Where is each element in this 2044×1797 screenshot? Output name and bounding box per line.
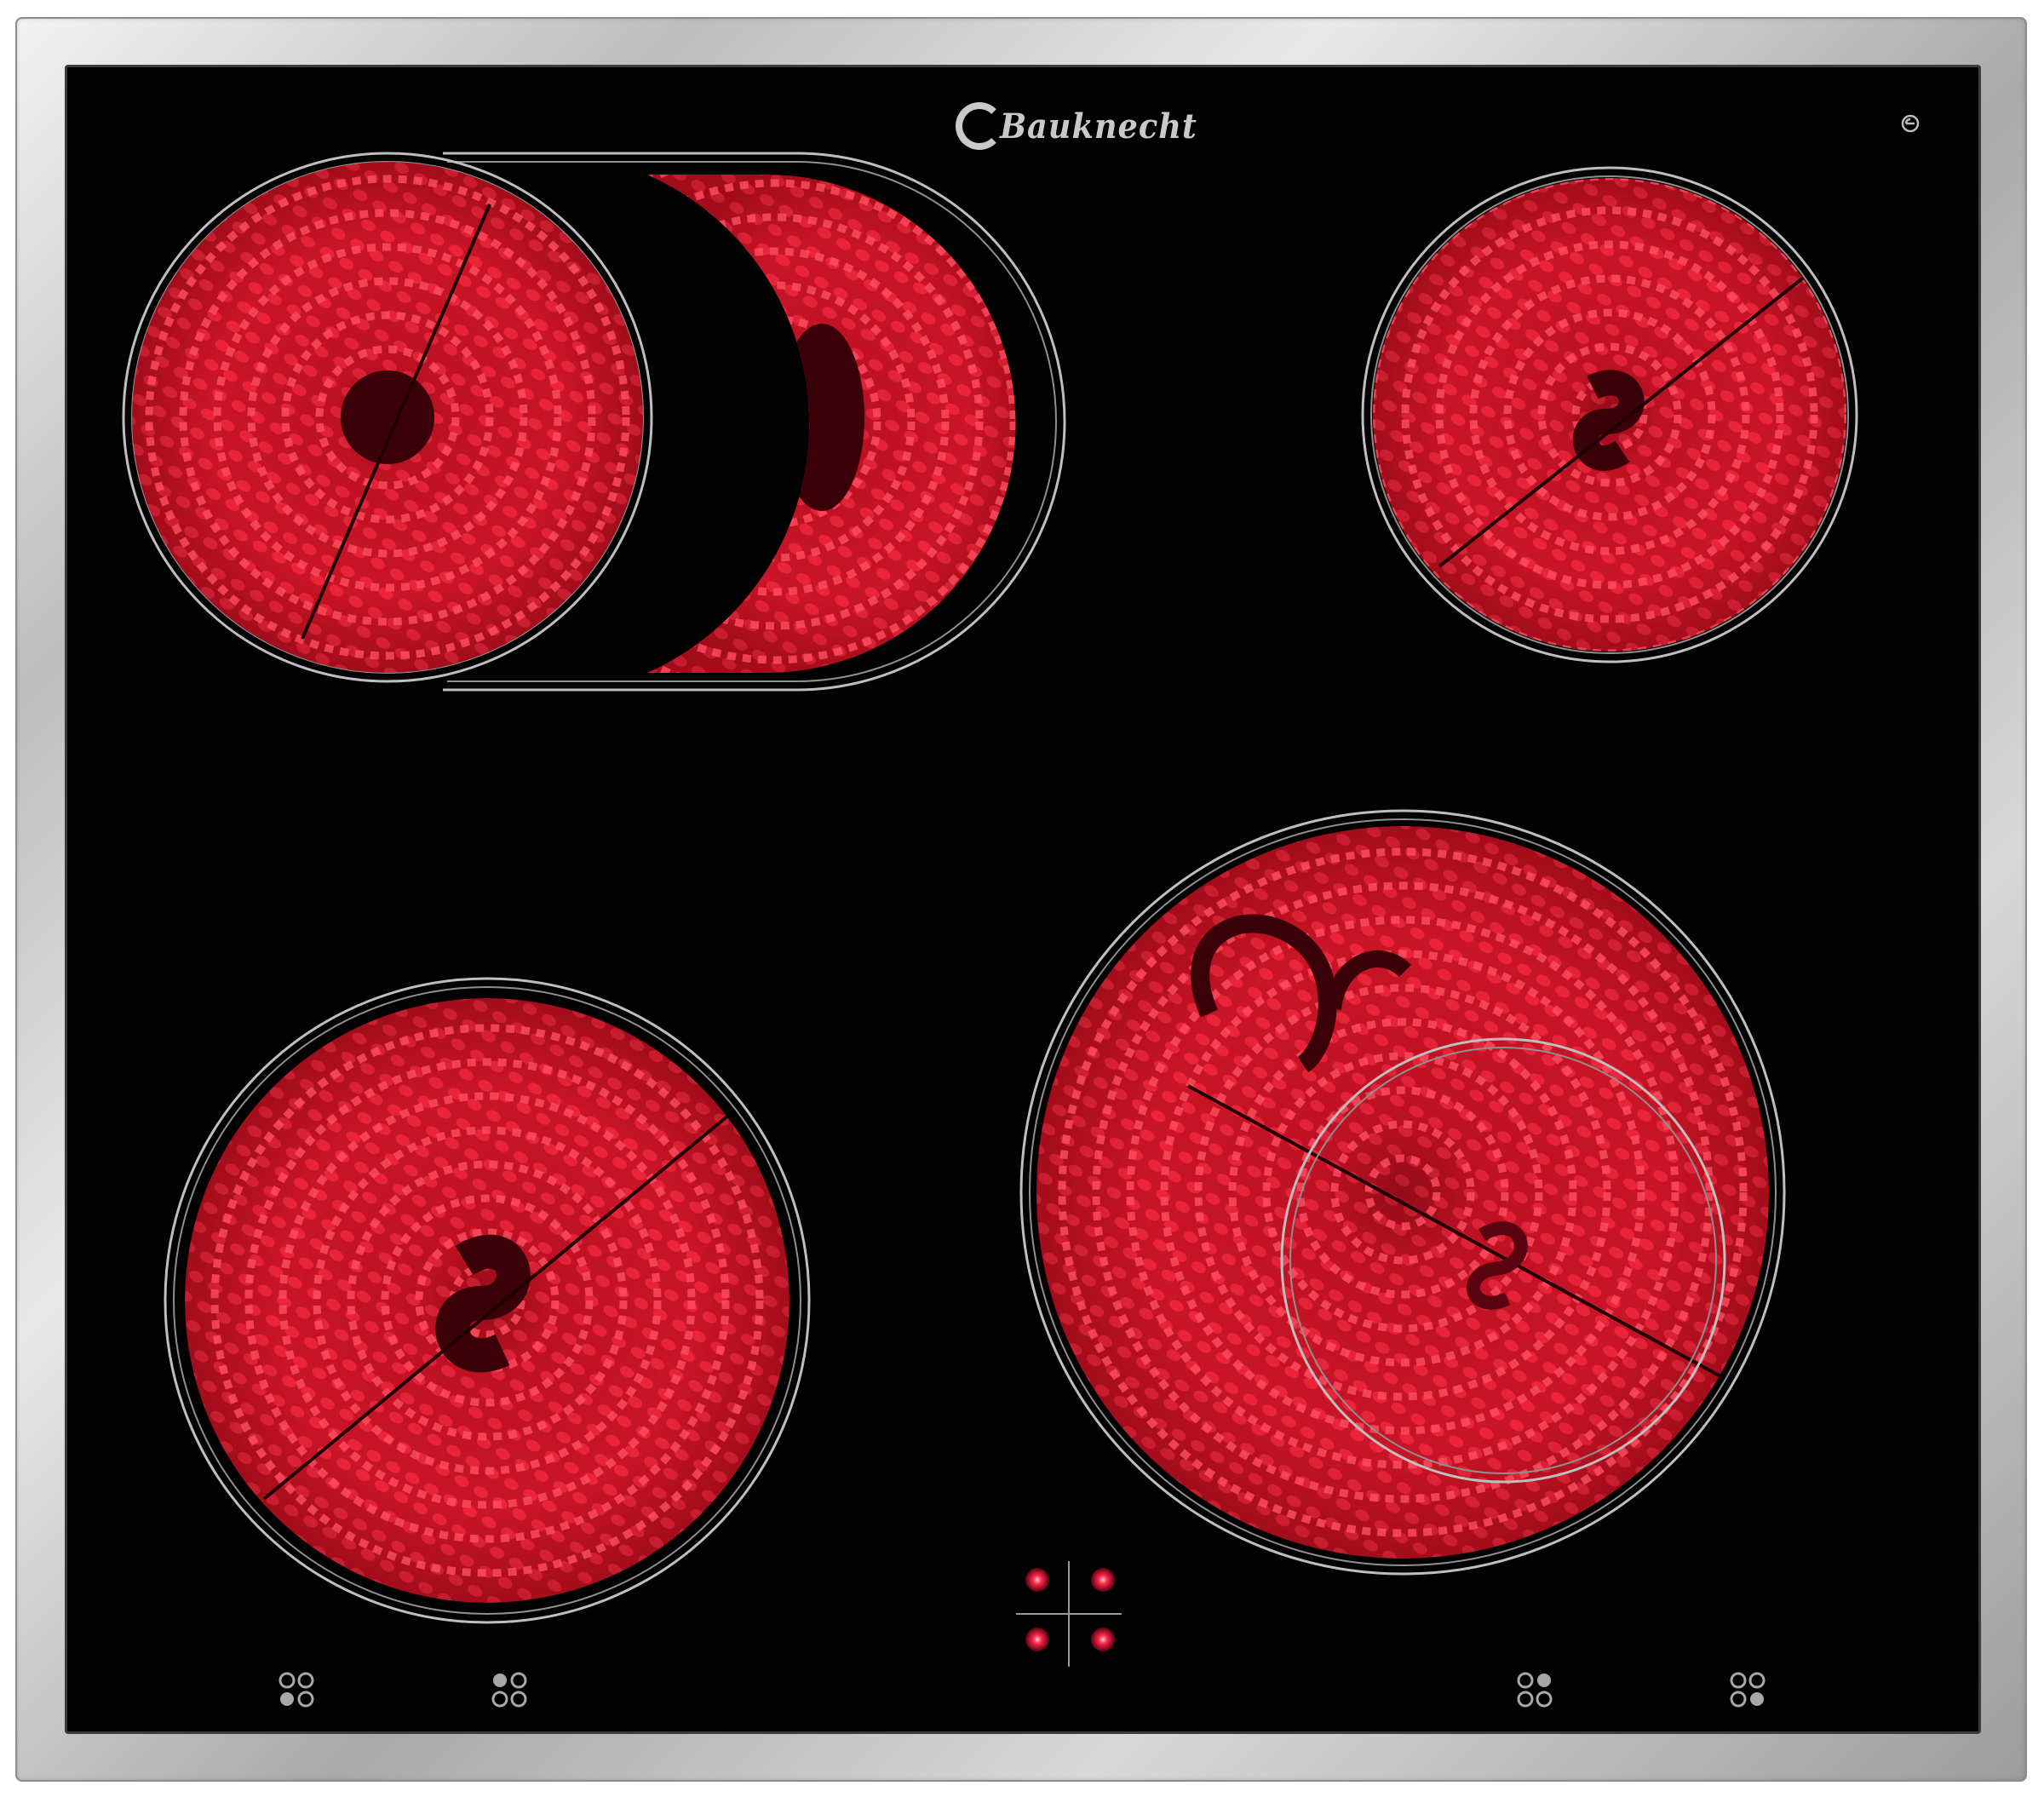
indicator-light-3 — [1025, 1628, 1049, 1651]
zone-top-right — [1361, 166, 1858, 663]
zone-selector-icon-3 — [1517, 1672, 1553, 1708]
indicator-light-4 — [1091, 1628, 1115, 1651]
zone-bottom-left — [164, 977, 811, 1624]
zone-selector-icon-4 — [1730, 1672, 1766, 1708]
residual-heat-indicators — [1016, 1561, 1122, 1667]
cooktop-photo: Bauknecht — [0, 0, 2044, 1797]
indicator-light-1 — [1025, 1568, 1049, 1592]
zone-bottom-right — [1019, 809, 1786, 1576]
zone-selector-icon-1 — [278, 1672, 314, 1708]
zone-selector-icon-2 — [491, 1672, 527, 1708]
indicator-light-2 — [1091, 1568, 1115, 1592]
cooking-zones-graphic — [122, 152, 1858, 1624]
zone-top-left — [122, 152, 1066, 692]
